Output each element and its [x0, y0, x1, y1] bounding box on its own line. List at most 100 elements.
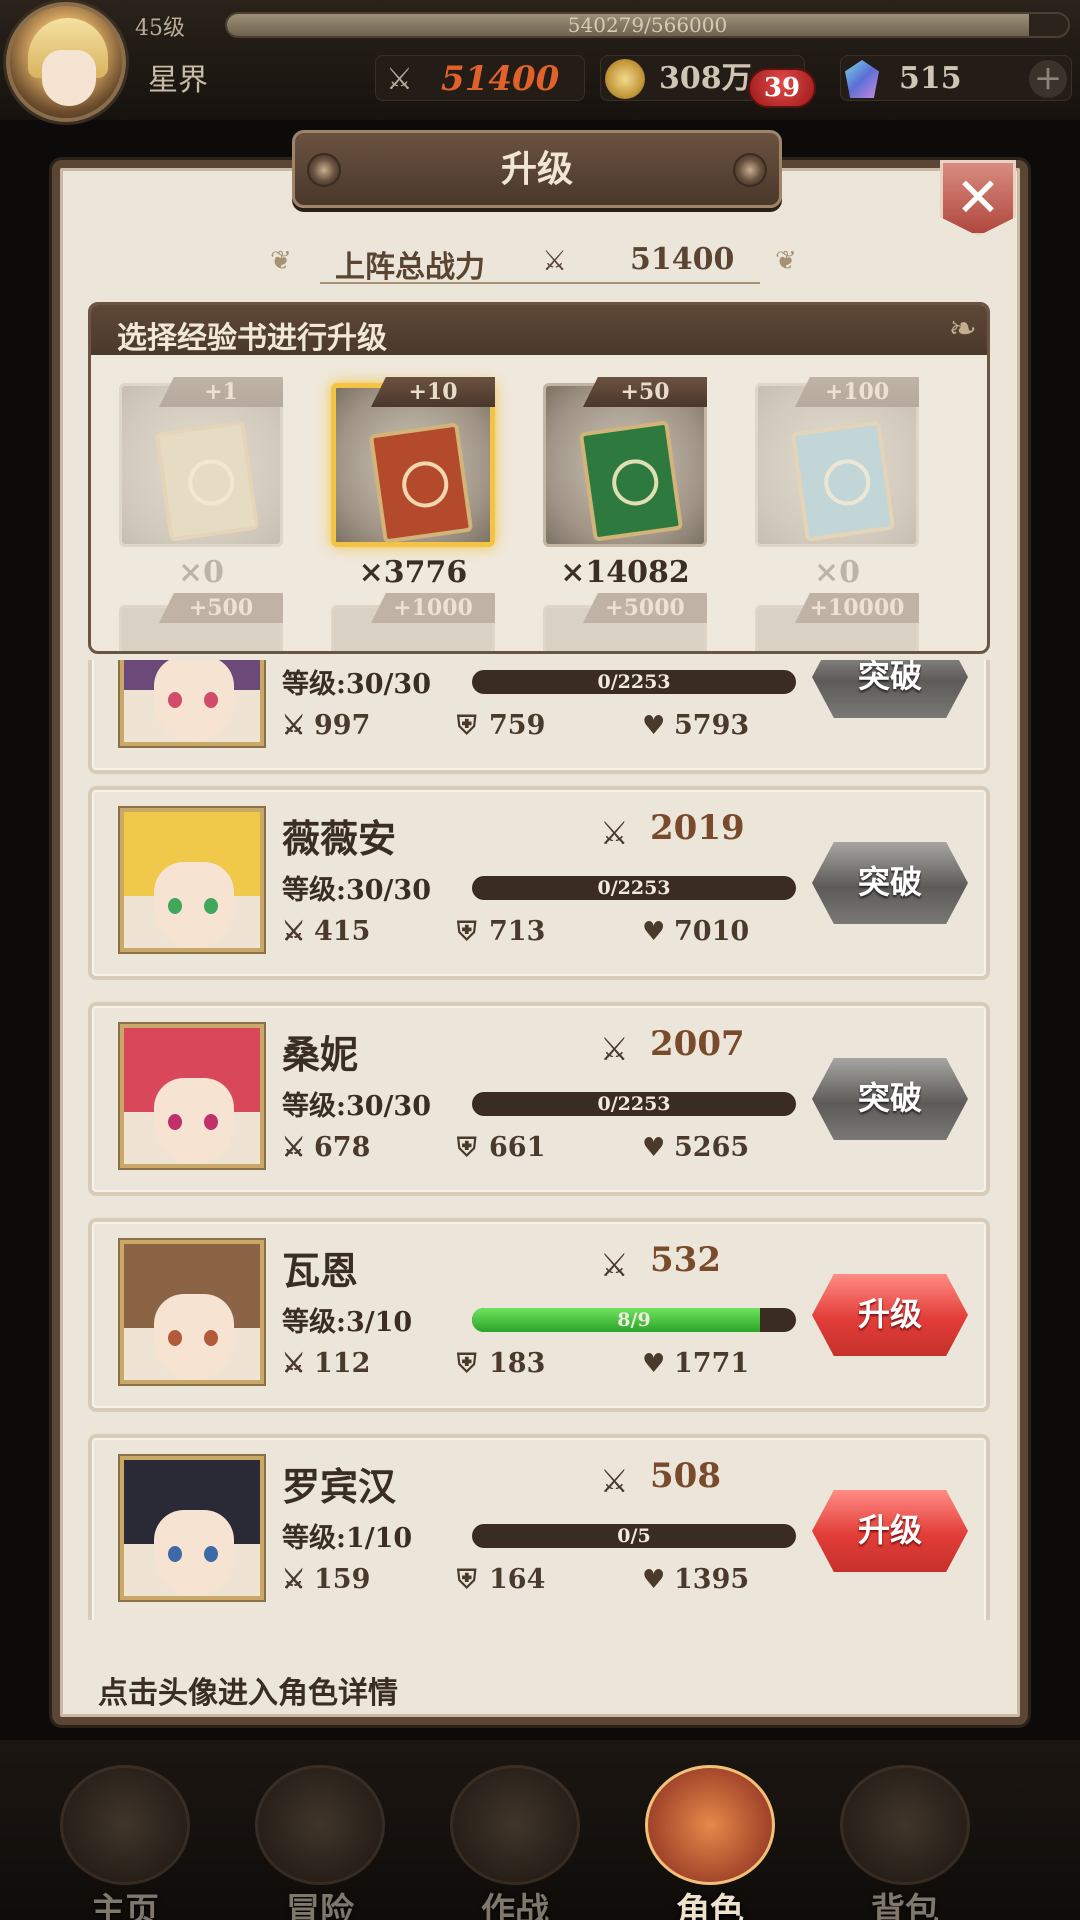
book-exp-tag: +1	[159, 377, 283, 407]
exp-book-2[interactable]: +50 ×14082	[543, 377, 707, 590]
attack-icon: ⚔	[282, 917, 306, 947]
hero-xp-bar: 0/5	[472, 1524, 796, 1548]
exp-book-1[interactable]: +10 ×3776	[331, 377, 495, 590]
hero-power: 508	[650, 1456, 721, 1496]
hero-portrait[interactable]	[120, 660, 264, 746]
upgrade-button[interactable]: 升级	[812, 1490, 968, 1572]
gem-value: 515	[899, 61, 962, 96]
nav-item-4[interactable]: 背包	[820, 1765, 990, 1920]
hero-portrait[interactable]	[120, 808, 264, 952]
nav-label: 背包	[871, 1891, 939, 1920]
attack-icon: ⚔	[282, 1565, 306, 1595]
hero-stat-def: ⛨ 713	[457, 916, 545, 948]
notification-badge[interactable]: 39	[748, 68, 816, 108]
portrait-face	[154, 1510, 234, 1596]
hero-stat-atk: ⚔ 415	[282, 916, 370, 947]
exp-book-icon	[368, 422, 474, 544]
stat-value: 997	[314, 710, 371, 741]
nav-item-2[interactable]: 作战	[430, 1765, 600, 1920]
exp-book-row2-2[interactable]: +5000	[543, 593, 707, 651]
ornament-right-icon: ❦	[775, 246, 797, 276]
player-exp-text: 540279/566000	[567, 13, 728, 37]
character-book-icon	[645, 1765, 775, 1885]
book-frame	[543, 383, 707, 547]
hero-xp-bar: 0/2253	[472, 876, 796, 900]
hero-stat-hp: ♥ 1771	[642, 1348, 749, 1379]
portrait-eye	[204, 692, 218, 708]
crossed-swords-icon: ⚔	[386, 62, 413, 97]
exp-book-0: +1 ×0	[119, 377, 283, 590]
hero-list[interactable]: ⚔等级:30/300/2253⚔997⛨759♥5793突破薇薇安⚔2019等级…	[88, 660, 990, 1620]
hero-stat-hp: ♥ 5793	[642, 710, 749, 741]
crossed-swords-icon: ⚔	[600, 1246, 629, 1284]
book-exp-tag: +10	[371, 377, 495, 407]
hero-card: 薇薇安 ⚔ 2019 等级:30/30 0/2253 ⚔ 415 ⛨ 713 ♥ 7010 突破	[88, 786, 990, 980]
hero-name: 瓦恩	[282, 1248, 359, 1293]
portrait-face	[154, 1294, 234, 1380]
portrait-eye	[168, 692, 182, 708]
portrait-face	[154, 862, 234, 948]
attack-icon: ⚔	[282, 1133, 306, 1163]
player-avatar[interactable]	[6, 2, 126, 122]
gold-value: 308万	[659, 61, 752, 96]
ornament-icon: ❧	[948, 309, 978, 349]
hero-stat-def: ⛨ 183	[457, 1348, 545, 1380]
breakthrough-button[interactable]: 突破	[812, 1058, 968, 1140]
portrait-eye	[204, 1114, 218, 1130]
shield-icon: ⛨	[457, 1349, 477, 1379]
hero-xp-text: 0/5	[617, 1525, 651, 1547]
shield-icon: ⛨	[457, 917, 477, 947]
hero-stat-atk: ⚔ 112	[282, 1348, 370, 1379]
hero-stat-hp: ♥ 7010	[642, 916, 749, 947]
hero-portrait[interactable]	[120, 1024, 264, 1168]
portrait-eye	[204, 1330, 218, 1346]
hero-xp-text: 0/2253	[597, 671, 671, 693]
hero-stat-hp: ♥ 1395	[642, 1564, 749, 1595]
nav-label: 主页	[91, 1891, 159, 1920]
add-gem-button[interactable]: +	[1029, 60, 1067, 98]
hero-power: 532	[650, 1240, 721, 1280]
backpack-icon	[840, 1765, 970, 1885]
portrait-eye	[168, 1114, 182, 1130]
hero-xp-bar: 0/2253	[472, 670, 796, 694]
book-exp-tag: +500	[159, 593, 283, 623]
shield-icon: ⛨	[457, 1133, 477, 1163]
exp-book-row2-1[interactable]: +1000	[331, 593, 495, 651]
exp-book-row2-0[interactable]: +500	[119, 593, 283, 651]
nav-item-3[interactable]: 角色	[625, 1765, 795, 1920]
portrait-eye	[168, 1546, 182, 1562]
total-power-row: ❦ 上阵总战力 ⚔ 51400 ❦	[270, 238, 810, 290]
crossed-swords-icon: ⚔	[600, 1462, 629, 1500]
stat-value: 159	[314, 1564, 371, 1595]
stat-value: 164	[489, 1564, 546, 1595]
breakthrough-button[interactable]: 突破	[812, 660, 968, 718]
book-count: ×0	[813, 555, 860, 590]
hero-level: 等级:3/10	[282, 1307, 413, 1338]
book-exp-tag: +10000	[795, 593, 919, 623]
player-level: 45级	[135, 16, 185, 41]
book-frame	[331, 383, 495, 547]
book-exp-tag: +5000	[583, 593, 707, 623]
hero-stat-def: ⛨ 759	[457, 710, 545, 742]
nav-item-1[interactable]: 冒险	[235, 1765, 405, 1920]
upgrade-button[interactable]: 升级	[812, 1274, 968, 1356]
heart-icon: ♥	[642, 711, 666, 741]
player-name: 星界	[148, 63, 208, 98]
hero-portrait[interactable]	[120, 1240, 264, 1384]
stat-value: 661	[489, 1132, 546, 1163]
book-count: ×14082	[560, 555, 690, 590]
exp-book-row2-3[interactable]: +10000	[755, 593, 919, 651]
book-exp-tag: +50	[583, 377, 707, 407]
hero-portrait[interactable]	[120, 1456, 264, 1600]
nav-item-0[interactable]: 主页	[40, 1765, 210, 1920]
exp-book-icon	[578, 420, 684, 542]
portrait-face	[154, 660, 234, 742]
hero-level: 等级:30/30	[282, 1091, 431, 1122]
hero-card: ⚔ 等级:30/30 0/2253 ⚔ 997 ⛨ 759 ♥ 5793 突破	[88, 660, 990, 774]
nav-label: 冒险	[286, 1891, 354, 1920]
hero-power: 2019	[650, 808, 745, 848]
hero-stat-atk: ⚔ 159	[282, 1564, 370, 1595]
nav-label: 角色	[676, 1891, 744, 1920]
breakthrough-button[interactable]: 突破	[812, 842, 968, 924]
heart-icon: ♥	[642, 917, 666, 947]
